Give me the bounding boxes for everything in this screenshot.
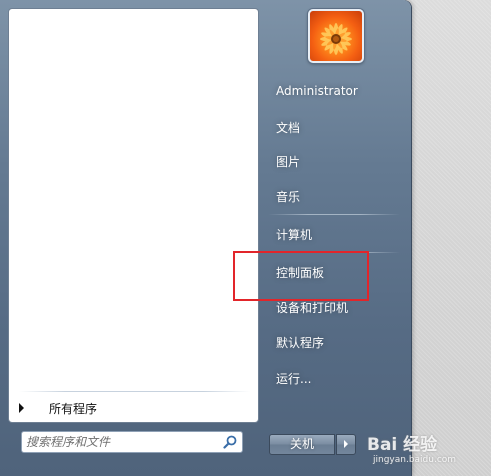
search-box[interactable] (21, 431, 243, 453)
search-icon[interactable] (223, 435, 237, 449)
user-name-link[interactable]: Administrator (276, 84, 358, 98)
start-menu: 所有程序 搜索程序和文件 Administrator 文档 图片 音乐 计算机 … (0, 0, 411, 476)
pane-divider (19, 391, 250, 392)
all-programs-button[interactable]: 所有程序 (9, 398, 258, 418)
all-programs-label: 所有程序 (49, 402, 98, 416)
baidu-jingyan-watermark: Bai 经验 jingyan.baidu.com (363, 422, 491, 476)
highlight-box (233, 251, 369, 301)
computer-link[interactable]: 计算机 (276, 226, 312, 243)
pictures-link[interactable]: 图片 (276, 153, 300, 170)
watermark-brand: Bai 经验 (367, 435, 438, 455)
shutdown-options-button[interactable] (336, 434, 356, 455)
right-divider (268, 214, 400, 215)
search-input[interactable] (26, 433, 216, 451)
watermark-url: jingyan.baidu.com (373, 455, 457, 465)
programs-pane: 所有程序 (8, 8, 259, 423)
run-link[interactable]: 运行... (276, 370, 311, 387)
flower-avatar-icon (320, 23, 352, 55)
documents-link[interactable]: 文档 (276, 119, 300, 136)
default-programs-link[interactable]: 默认程序 (276, 334, 324, 351)
triangle-right-icon (19, 403, 24, 413)
music-link[interactable]: 音乐 (276, 188, 300, 205)
chevron-right-icon (344, 440, 348, 448)
shutdown-button[interactable]: 关机 (269, 434, 335, 455)
devices-printers-link[interactable]: 设备和打印机 (276, 299, 348, 316)
user-avatar[interactable] (308, 9, 364, 63)
